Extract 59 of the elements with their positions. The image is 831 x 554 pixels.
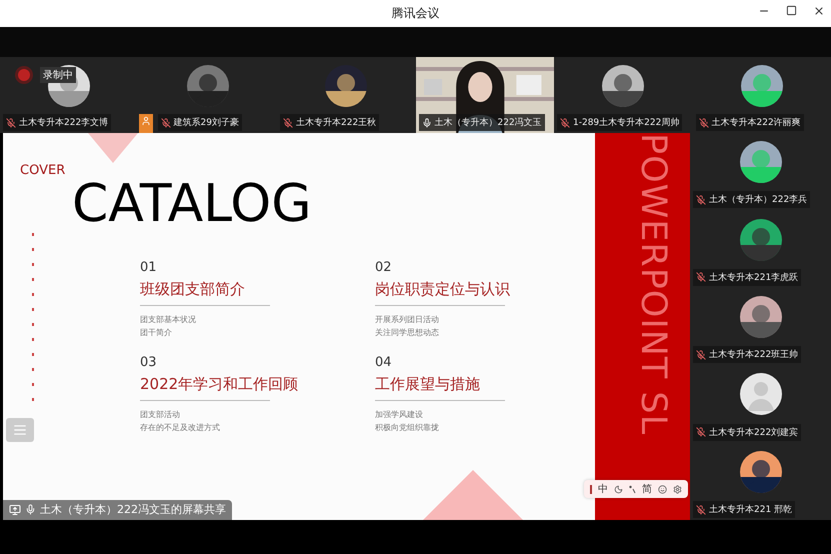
maximize-icon[interactable] — [786, 5, 797, 16]
ime-mode[interactable]: 中 — [598, 482, 608, 496]
window-title: 腾讯会议 — [392, 5, 440, 22]
close-icon[interactable] — [813, 5, 825, 17]
muted-mic-icon — [560, 118, 570, 128]
section-heading: 2022年学习和工作回顾 — [140, 375, 298, 394]
participant-name: 建筑系29刘子豪 — [158, 114, 242, 131]
muted-mic-icon — [698, 118, 708, 128]
slide-title: CATALOG — [72, 174, 312, 234]
muted-mic-icon — [696, 350, 706, 360]
muted-mic-icon — [696, 272, 706, 282]
participant-name: 1-289土木专升本222周帅 — [557, 114, 682, 131]
settings-icon[interactable] — [673, 484, 682, 494]
muted-mic-icon — [6, 118, 16, 128]
section-number: 03 — [140, 355, 157, 370]
participant-name: 土木专升本222班王帅 — [693, 346, 802, 364]
recording-status: 录制中 — [40, 67, 76, 83]
punctuation-icon[interactable] — [629, 484, 636, 494]
menu-icon — [13, 423, 27, 437]
mic-icon — [25, 504, 36, 515]
participant-name: 土木（专升本）222李兵 — [693, 191, 810, 208]
section-point: 团干简介 — [140, 327, 172, 339]
section-point: 加强学风建设 — [375, 409, 423, 421]
section-heading: 工作展望与措施 — [375, 375, 480, 394]
recording-icon — [18, 69, 30, 81]
section-point: 开展系列团日活动 — [375, 314, 439, 326]
screen-share-icon — [9, 504, 21, 516]
triangle-shape — [88, 133, 138, 163]
muted-mic-icon — [696, 194, 706, 205]
participant-name: 土木专升本222王秋 — [280, 114, 380, 131]
avatar-icon — [740, 373, 782, 416]
share-label: 土木（专升本）222冯文玉的屏幕共享 — [3, 500, 232, 520]
moon-icon[interactable] — [614, 484, 623, 494]
section-number: 01 — [140, 260, 157, 275]
cursor-icon — [590, 484, 592, 494]
section-point: 关注同学思想动态 — [375, 327, 439, 339]
participant-name: 土木专升本222李文博 — [3, 114, 112, 131]
participant-name: 土木专升本221 邢乾 — [693, 501, 796, 518]
section-heading: 岗位职责定位与认识 — [375, 280, 510, 299]
ime-mode[interactable]: 简 — [642, 482, 652, 496]
section-point: 团支部基本状况 — [140, 314, 196, 326]
participant-name: 土木（专升本）222冯文玉 — [418, 114, 545, 131]
section-heading: 班级团支部简介 — [140, 280, 245, 299]
emoji-icon[interactable] — [658, 484, 667, 494]
muted-mic-icon — [283, 118, 293, 128]
muted-mic-icon — [160, 118, 170, 128]
section-point: 存在的不足及改进方式 — [140, 422, 220, 434]
participant-name: 土木专升本222许丽爽 — [696, 114, 804, 131]
band-text: POWERPOINT SL — [633, 133, 673, 436]
section-number: 02 — [375, 260, 392, 275]
mic-icon — [422, 118, 432, 128]
section-point: 团支部活动 — [140, 409, 180, 421]
muted-mic-icon — [696, 504, 706, 515]
slide-kicker: COVER — [20, 163, 66, 178]
participant-name: 土木专升本222刘建宾 — [693, 424, 802, 441]
section-number: 04 — [375, 355, 392, 370]
section-point: 积极向党组织靠拢 — [375, 422, 439, 434]
participant-name: 土木专升本221李虎跃 — [693, 268, 802, 286]
muted-mic-icon — [696, 427, 706, 438]
